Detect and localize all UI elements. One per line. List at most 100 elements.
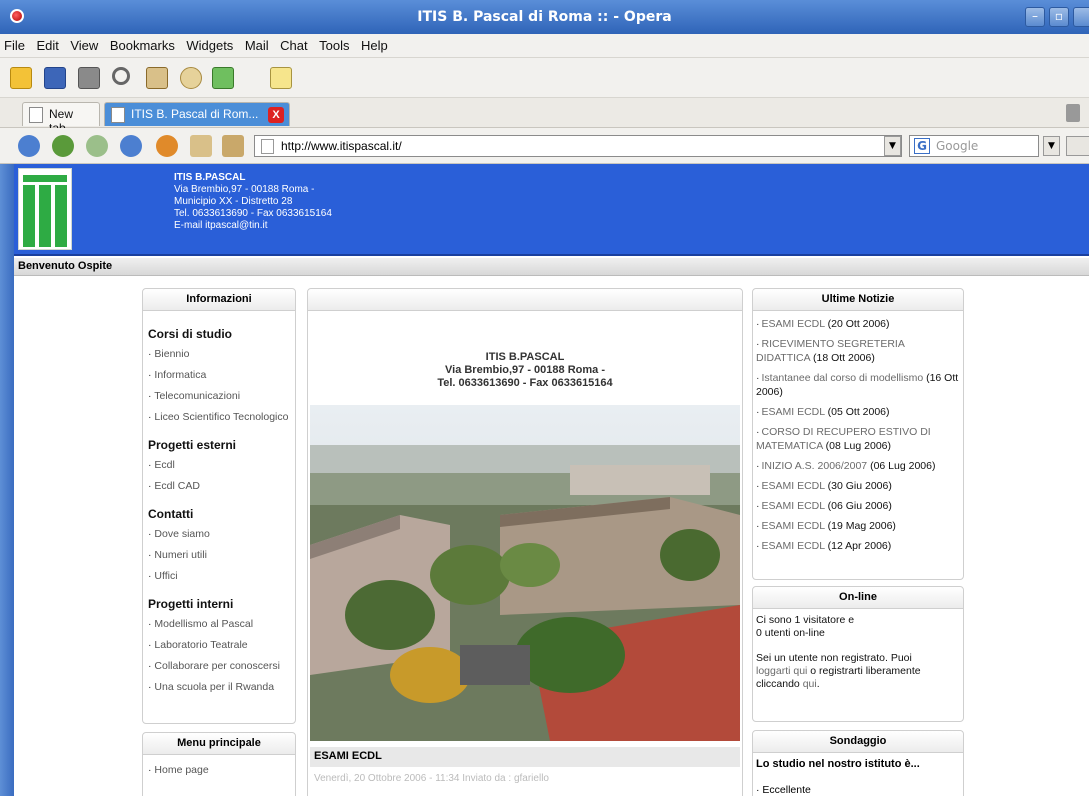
school-district: Municipio XX - Distretto 28	[174, 196, 293, 207]
poll-option[interactable]: · Eccellente	[756, 784, 960, 796]
link-numeri-utili[interactable]: Numeri utili	[148, 548, 292, 562]
welcome-bar: Benvenuto Ospite	[14, 258, 1089, 276]
school-photo	[310, 405, 740, 741]
menu-tools[interactable]: Tools	[315, 34, 353, 53]
online-visitors: Ci sono 1 visitatore e	[756, 614, 855, 626]
home-icon[interactable]	[190, 135, 212, 157]
new-tab-icon	[29, 107, 43, 123]
minimize-button[interactable]: –	[1025, 7, 1045, 27]
print-icon[interactable]	[78, 67, 100, 89]
save-icon[interactable]	[44, 67, 66, 89]
maximize-button[interactable]: ▫	[1049, 7, 1069, 27]
register-link[interactable]: qui	[803, 678, 817, 690]
notes-icon[interactable]	[270, 67, 292, 89]
news-item: ESAMI ECDL (30 Giu 2006)	[756, 479, 960, 493]
link-collaborare[interactable]: Collaborare per conoscersi	[148, 659, 292, 673]
link-dove-siamo[interactable]: Dove siamo	[148, 527, 292, 541]
article-meta: Venerdì, 20 Ottobre 2006 - 11:34 Inviato…	[314, 773, 549, 784]
rewind-icon[interactable]	[18, 135, 40, 157]
menu-view[interactable]: View	[66, 34, 102, 53]
section-title: Progetti esterni	[148, 438, 237, 452]
school-address: Via Brembio,97 - 00188 Roma -	[174, 184, 315, 195]
link-modellismo[interactable]: Modellismo al Pascal	[148, 617, 292, 631]
main-menu-box: Menu principale Home page	[142, 732, 296, 796]
menu-help[interactable]: Help	[357, 34, 392, 53]
url-text: http://www.itispascal.it/	[281, 139, 402, 153]
tab-bar: New tab ITIS B. Pascal di Rom... X	[0, 98, 1089, 135]
news-box: Ultime Notizie ESAMI ECDL (20 Ott 2006) …	[752, 288, 964, 580]
fast-forward-icon[interactable]	[120, 135, 142, 157]
address-input[interactable]: http://www.itispascal.it/	[254, 135, 902, 157]
section-title: Progetti interni	[148, 597, 234, 611]
search-dropdown[interactable]: ▼	[1043, 136, 1060, 156]
edit-icon[interactable]	[222, 135, 244, 157]
link-rwanda[interactable]: Una scuola per il Rwanda	[148, 680, 292, 694]
google-icon: G	[914, 138, 930, 154]
poll-box-title: Sondaggio	[753, 731, 963, 753]
news-item: ESAMI ECDL (19 Mag 2006)	[756, 519, 960, 533]
forward-icon[interactable]	[86, 135, 108, 157]
link-biennio[interactable]: Biennio	[148, 347, 292, 361]
link-ecdl[interactable]: Ecdl	[148, 458, 292, 472]
article-title[interactable]: ESAMI ECDL	[310, 747, 740, 767]
page-icon	[261, 139, 274, 154]
menu-edit[interactable]: Edit	[32, 34, 62, 53]
back-icon[interactable]	[52, 135, 74, 157]
tab-itis-pascal[interactable]: ITIS B. Pascal di Rom... X	[104, 102, 290, 126]
link-home-page[interactable]: Home page	[148, 763, 292, 777]
menu-bookmarks[interactable]: Bookmarks	[106, 34, 179, 53]
window-titlebar: ITIS B. Pascal di Roma :: - Opera – ▫	[0, 0, 1089, 34]
find-icon[interactable]	[112, 67, 130, 85]
school-info: ITIS B.PASCAL Via Brembio,97 - 00188 Rom…	[174, 172, 332, 232]
close-window-button[interactable]	[1073, 7, 1089, 27]
poll-box: Sondaggio Lo studio nel nostro istituto …	[752, 730, 964, 796]
center-box-header	[308, 289, 742, 311]
search-input[interactable]: G Google	[909, 135, 1039, 157]
tab-label: ITIS B. Pascal di Rom...	[131, 107, 259, 121]
online-users: 0 utenti on-line	[756, 627, 825, 639]
school-logo	[18, 168, 72, 250]
download-icon[interactable]	[212, 67, 234, 89]
window-title: ITIS B. Pascal di Roma :: - Opera	[417, 9, 672, 25]
news-item: ESAMI ECDL (12 Apr 2006)	[756, 539, 960, 553]
search-placeholder: Google	[936, 139, 979, 153]
menu-file[interactable]: File	[0, 34, 29, 53]
school-email: E-mail itpascal@tin.it	[174, 220, 268, 231]
address-bar: http://www.itispascal.it/ ▼ G Google ▼	[0, 128, 1089, 164]
home-icon[interactable]	[146, 67, 168, 89]
info-box-title: Informazioni	[143, 289, 295, 311]
login-link[interactable]: loggarti qui	[756, 665, 807, 677]
open-folder-icon[interactable]	[10, 67, 32, 89]
wand-icon[interactable]	[180, 67, 202, 89]
online-box-title: On-line	[753, 587, 963, 609]
menu-bar: File Edit View Bookmarks Widgets Mail Ch…	[0, 34, 1089, 58]
trash-icon[interactable]	[1066, 104, 1080, 122]
news-box-title: Ultime Notizie	[753, 289, 963, 311]
link-telecomunicazioni[interactable]: Telecomunicazioni	[148, 389, 292, 403]
reload-icon[interactable]	[156, 135, 178, 157]
page-icon	[111, 107, 125, 123]
address-dropdown[interactable]: ▼	[884, 136, 901, 156]
news-item: INIZIO A.S. 2006/2007 (06 Lug 2006)	[756, 459, 960, 473]
center-box: ITIS B.PASCAL Via Brembio,97 - 00188 Rom…	[307, 288, 743, 796]
zoom-field[interactable]	[1066, 136, 1089, 156]
link-ecdl-cad[interactable]: Ecdl CAD	[148, 479, 292, 493]
link-informatica[interactable]: Informatica	[148, 368, 292, 382]
link-liceo[interactable]: Liceo Scientifico Tecnologico	[148, 410, 292, 424]
poll-question: Lo studio nel nostro istituto è...	[756, 758, 920, 770]
school-phone: Tel. 0633613690 - Fax 0633615164	[174, 208, 332, 219]
menu-widgets[interactable]: Widgets	[182, 34, 237, 53]
center-school-info: ITIS B.PASCAL Via Brembio,97 - 00188 Rom…	[308, 351, 742, 390]
menu-mail[interactable]: Mail	[241, 34, 273, 53]
news-item: ESAMI ECDL (05 Ott 2006)	[756, 405, 960, 419]
link-laboratorio-teatrale[interactable]: Laboratorio Teatrale	[148, 638, 292, 652]
link-uffici[interactable]: Uffici	[148, 569, 292, 583]
site-header: ITIS B.PASCAL Via Brembio,97 - 00188 Rom…	[14, 164, 1089, 256]
close-tab-icon[interactable]: X	[268, 107, 284, 123]
news-item: CORSO DI RECUPERO ESTIVO DI MATEMATICA (…	[756, 425, 960, 453]
main-toolbar	[0, 58, 1089, 98]
tab-new[interactable]: New tab	[22, 102, 100, 135]
news-item: ESAMI ECDL (06 Giu 2006)	[756, 499, 960, 513]
page-content: ITIS B.PASCAL Via Brembio,97 - 00188 Rom…	[14, 164, 1089, 796]
menu-chat[interactable]: Chat	[276, 34, 311, 53]
